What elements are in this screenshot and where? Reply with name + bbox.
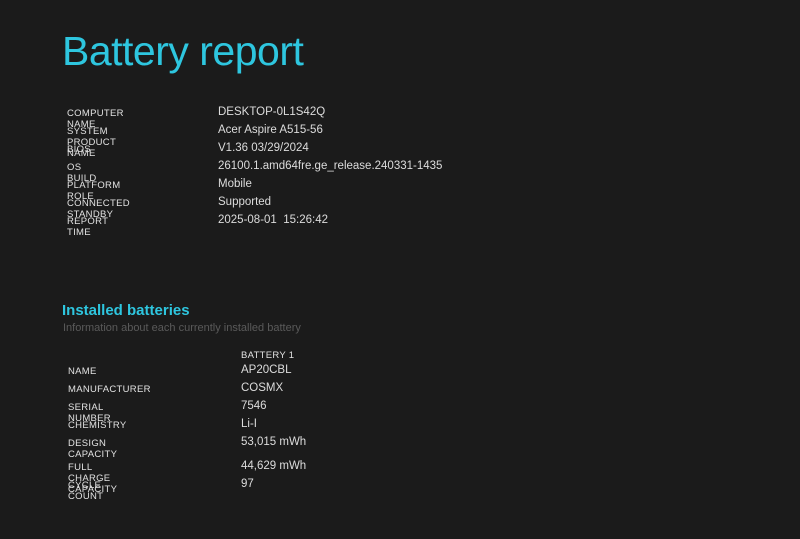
row-value: 7546: [241, 400, 267, 412]
row-value: 44,629 mWh: [241, 460, 307, 472]
row-value: Supported: [218, 196, 272, 208]
row-value: Acer Aspire A515-56: [218, 124, 323, 136]
row-value: 53,015 mWh: [241, 436, 307, 448]
row-value: Mobile: [218, 178, 252, 190]
row-value: V1.36 03/29/2024: [218, 142, 309, 154]
row-value: Li-I: [241, 418, 257, 430]
page-title: Battery report: [62, 28, 304, 74]
installed-batteries-heading: Installed batteries: [62, 302, 190, 319]
row-value: COSMX: [241, 382, 284, 394]
row-label: BIOS: [67, 144, 91, 155]
row-label: CHEMISTRY: [68, 420, 127, 431]
row-label: DESIGN CAPACITY: [68, 438, 118, 460]
row-label: NAME: [68, 366, 97, 377]
row-label: MANUFACTURER: [68, 384, 151, 395]
row-label: CYCLE COUNT: [68, 480, 104, 502]
row-value: 26100.1.amd64fre.ge_release.240331-1435: [218, 160, 443, 172]
row-value: DESKTOP-0L1S42Q: [218, 106, 326, 118]
row-label: REPORT TIME: [67, 216, 109, 238]
battery-column-header: BATTERY 1: [241, 350, 295, 361]
row-value: 97: [241, 478, 254, 490]
row-value: AP20CBL: [241, 364, 292, 376]
row-value: 2025-08-01 15:26:42: [218, 214, 328, 226]
installed-batteries-subtitle: Information about each currently install…: [63, 322, 301, 334]
